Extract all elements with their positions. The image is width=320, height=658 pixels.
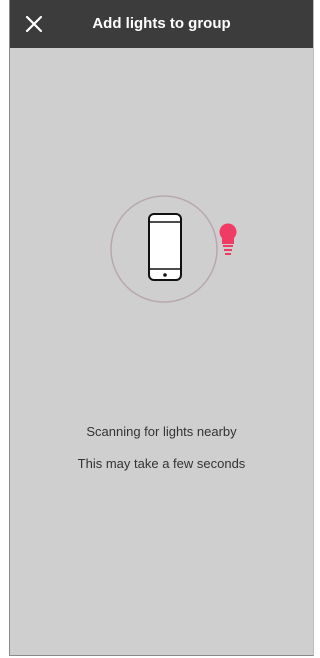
- smartphone-icon: [148, 213, 182, 281]
- page-title: Add lights to group: [92, 15, 231, 32]
- scanning-hint-text: This may take a few seconds: [77, 456, 246, 471]
- scanning-illustration: [110, 195, 237, 303]
- app-screen: Add lights to group Scanning for lights …: [9, 0, 314, 656]
- scanning-status-text: Scanning for lights nearby: [86, 424, 237, 439]
- lightbulb-icon: [219, 223, 237, 255]
- top-app-bar: Add lights to group: [10, 0, 313, 48]
